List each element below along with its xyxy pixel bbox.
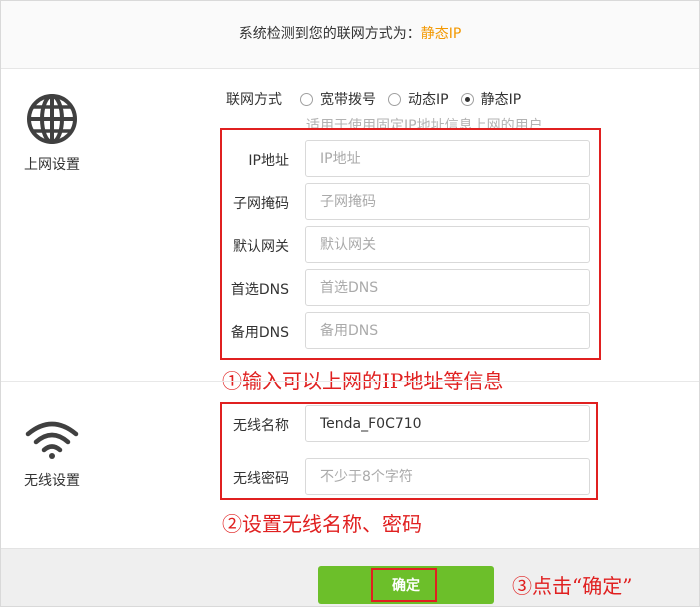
wireless-password-input[interactable] <box>305 458 590 495</box>
wireless-name-label: 无线名称 <box>233 418 289 434</box>
mode-dhcp-label: 动态IP <box>408 92 449 108</box>
mode-static-radio[interactable] <box>460 92 474 106</box>
primary-dns-label: 首选DNS <box>230 282 289 298</box>
internet-section-label: 上网设置 <box>24 157 80 173</box>
detected-mode: 静态IP <box>420 26 462 42</box>
subnet-mask-input[interactable] <box>305 183 590 220</box>
wifi-icon <box>25 421 79 459</box>
wireless-section-header: 无线设置 <box>0 420 107 490</box>
mode-static-label: 静态IP <box>480 92 522 108</box>
primary-dns-input[interactable] <box>305 269 590 306</box>
mode-hint: 适用于使用固定IP地址信息上网的用户 <box>306 118 543 129</box>
gateway-input[interactable] <box>305 226 590 263</box>
wireless-name-input[interactable] <box>305 405 590 442</box>
wireless-section-label: 无线设置 <box>24 473 80 489</box>
connection-mode-label: 联网方式 <box>226 92 282 108</box>
connection-mode-row: 联网方式 宽带拨号 动态IP 静态IP <box>226 89 533 109</box>
ip-address-label: IP地址 <box>248 153 289 169</box>
gateway-label: 默认网关 <box>233 239 289 255</box>
mode-pppoe-option[interactable]: 宽带拨号 <box>300 89 376 109</box>
ok-button[interactable]: 确定 <box>318 566 494 604</box>
annotation-step2: ②设置无线名称、密码 <box>222 512 422 536</box>
ip-address-input[interactable] <box>305 140 590 177</box>
globe-icon <box>27 94 77 144</box>
secondary-dns-input[interactable] <box>305 312 590 349</box>
mode-static-option[interactable]: 静态IP <box>460 89 522 109</box>
annotation-step1: ①输入可以上网的IP地址等信息 <box>222 369 504 393</box>
mode-dhcp-option[interactable]: 动态IP <box>388 89 449 109</box>
mode-pppoe-radio[interactable] <box>300 92 313 106</box>
wireless-password-label: 无线密码 <box>233 471 289 487</box>
secondary-dns-label: 备用DNS <box>230 325 289 341</box>
detection-bar: 系统检测到您的联网方式为：静态IP <box>1 1 699 69</box>
mode-pppoe-label: 宽带拨号 <box>320 92 376 108</box>
internet-section-header: 上网设置 <box>0 92 107 174</box>
subnet-mask-label: 子网掩码 <box>233 196 289 212</box>
detection-text: 系统检测到您的联网方式为： <box>238 26 421 42</box>
annotation-step3: ③点击“确定” <box>512 574 633 598</box>
section-divider <box>1 381 699 382</box>
mode-dhcp-radio[interactable] <box>388 92 401 106</box>
